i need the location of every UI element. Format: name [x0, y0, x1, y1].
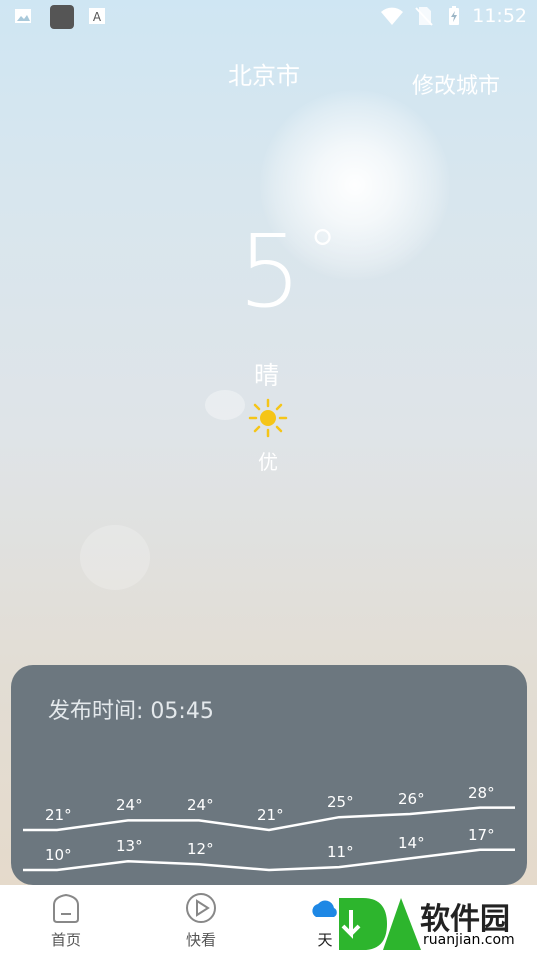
watermark-url: ruanjian.com	[423, 932, 515, 948]
high-temp-label: 21°	[257, 806, 284, 824]
low-temp-label: 17°	[468, 825, 495, 844]
nav-watch-label: 快看	[185, 931, 216, 949]
high-temp-label: 28°	[468, 783, 495, 802]
high-temp-label: 26°	[398, 790, 425, 808]
nav-home-label: 首页	[50, 931, 81, 949]
high-temp-label: 21°	[45, 806, 72, 824]
city-name: 北京市	[228, 62, 300, 90]
forecast-panel: 发布时间: 05:45 21° 24° 24° 21° 25° 26° 28° 10° 13°…	[11, 665, 527, 885]
nav-home[interactable]: 首页	[31, 891, 101, 950]
low-temperature-curve	[23, 848, 515, 872]
nav-watch[interactable]: 快看	[166, 891, 236, 950]
low-temp-label: 14°	[398, 834, 425, 853]
high-temp-label: 24°	[187, 796, 214, 815]
weather-condition: 晴	[254, 361, 280, 390]
play-icon	[186, 893, 216, 923]
sunny-icon	[248, 398, 288, 438]
lens-flare	[205, 390, 245, 420]
low-temp-label: 12°	[187, 840, 214, 859]
air-quality: 优	[258, 450, 278, 474]
home-icon	[53, 893, 79, 923]
temperature-curves	[23, 806, 515, 872]
clock: 11:52	[472, 5, 527, 27]
watermark-da-logo	[339, 898, 421, 950]
edit-city-button[interactable]: 修改城市	[412, 68, 500, 100]
temperature-value: 5	[238, 213, 302, 330]
current-temperature: 5 °	[238, 222, 338, 322]
lens-flare	[80, 525, 150, 590]
no-sim-icon	[415, 7, 433, 26]
low-temp-label: 10°	[45, 846, 72, 864]
low-temp-label: 11°	[327, 843, 354, 862]
font-notification-icon: A	[89, 8, 105, 24]
svg-text:A: A	[93, 10, 102, 24]
watermark-logo: 软件园 ruanjian.com	[335, 892, 537, 956]
degree-symbol: °	[307, 217, 338, 287]
app-notification-icon	[50, 5, 74, 29]
high-temp-label: 24°	[116, 796, 143, 815]
wifi-icon	[381, 7, 403, 25]
status-bar: A 11:52	[0, 0, 537, 34]
gallery-notification-icon	[15, 9, 31, 23]
nav-weather-label: 天	[317, 931, 333, 949]
high-temp-label: 25°	[327, 793, 354, 812]
low-temp-label: 13°	[116, 837, 143, 856]
battery-charging-icon	[449, 6, 459, 25]
